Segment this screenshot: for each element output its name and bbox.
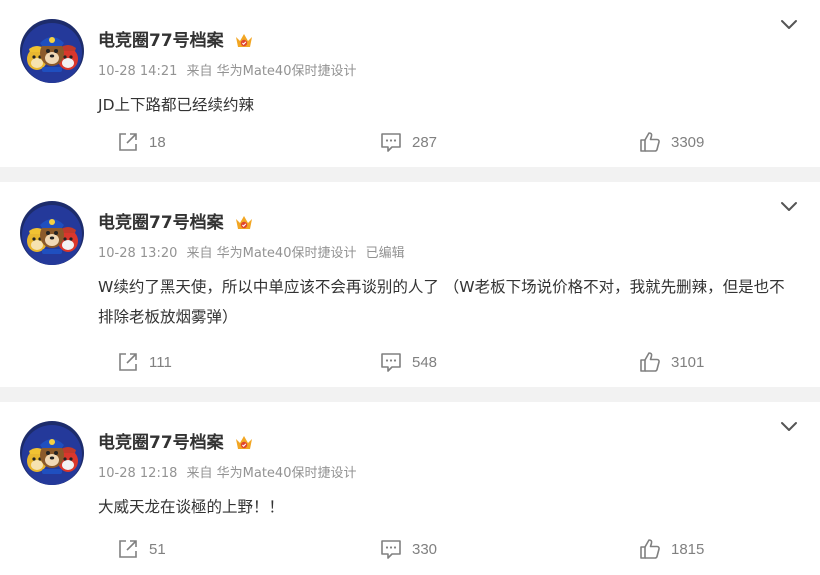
thumbs-up-icon <box>640 132 660 152</box>
repost-button[interactable]: 111 <box>117 348 172 376</box>
vip-crown-icon[interactable] <box>234 32 254 50</box>
comment-count: 287 <box>412 133 438 151</box>
like-count: 3101 <box>671 353 705 371</box>
post-time[interactable]: 10-28 14:21 <box>98 64 177 79</box>
repost-count: 18 <box>149 133 166 151</box>
weibo-feed: 电竞圈77号档案 10-28 14:21 来自 华为Mate40保时捷设计 JD… <box>0 0 820 575</box>
comment-count: 548 <box>412 353 438 371</box>
post-source: 来自 华为Mate40保时捷设计 <box>186 246 357 261</box>
vip-crown-icon[interactable] <box>234 214 254 232</box>
post-source: 来自 华为Mate40保时捷设计 <box>186 466 357 481</box>
thumbs-up-icon <box>640 352 660 372</box>
like-button[interactable]: 3101 <box>639 348 704 376</box>
username[interactable]: 电竞圈77号档案 <box>98 432 224 454</box>
chevron-down-icon[interactable] <box>778 14 800 34</box>
post-content: JD上下路都已经续约辣 <box>98 96 255 114</box>
user-avatar[interactable] <box>20 201 84 265</box>
user-avatar[interactable] <box>20 421 84 485</box>
like-button[interactable]: 1815 <box>639 535 704 563</box>
action-bar: 51 330 1815 <box>0 535 820 563</box>
vip-crown-icon[interactable] <box>234 434 254 452</box>
post-content: W续约了黑天使，所以中单应该不会再谈别的人了 （W老板下场说价格不对，我就先删辣… <box>98 278 785 326</box>
post-edited: 已编辑 <box>365 246 405 261</box>
post-time[interactable]: 10-28 12:18 <box>98 466 177 481</box>
comment-button[interactable]: 287 <box>380 128 437 156</box>
like-count: 1815 <box>671 540 705 558</box>
post-meta: 10-28 12:18 来自 华为Mate40保时捷设计 <box>98 464 366 484</box>
repost-button[interactable]: 51 <box>117 535 166 563</box>
paw-patrol-avatar <box>20 19 84 83</box>
comment-button[interactable]: 330 <box>380 535 437 563</box>
user-avatar[interactable] <box>20 19 84 83</box>
paw-patrol-avatar <box>20 201 84 265</box>
comment-icon <box>381 353 401 372</box>
repost-count: 51 <box>149 540 166 558</box>
comment-count: 330 <box>412 540 438 558</box>
repost-button[interactable]: 18 <box>117 128 166 156</box>
repost-count: 111 <box>149 353 172 371</box>
comment-icon <box>381 540 401 559</box>
username[interactable]: 电竞圈77号档案 <box>98 212 224 234</box>
post-content: 大威天龙在谈極的上野！！ <box>98 498 285 516</box>
post-meta: 10-28 13:20 来自 华为Mate40保时捷设计 已编辑 <box>98 244 410 264</box>
post-source: 来自 华为Mate40保时捷设计 <box>186 64 357 79</box>
action-bar: 111 548 3101 <box>0 348 820 376</box>
username[interactable]: 电竞圈77号档案 <box>98 30 224 52</box>
post-card: 电竞圈77号档案 10-28 13:20 来自 华为Mate40保时捷设计 已编… <box>0 182 820 387</box>
post-card: 电竞圈77号档案 10-28 12:18 来自 华为Mate40保时捷设计 大威… <box>0 402 820 575</box>
like-button[interactable]: 3309 <box>639 128 704 156</box>
like-count: 3309 <box>671 133 705 151</box>
repost-icon <box>119 540 137 558</box>
comment-button[interactable]: 548 <box>380 348 437 376</box>
post-time[interactable]: 10-28 13:20 <box>98 246 177 261</box>
action-bar: 18 287 3309 <box>0 128 820 156</box>
repost-icon <box>119 353 137 371</box>
thumbs-up-icon <box>640 539 660 559</box>
repost-icon <box>119 133 137 151</box>
chevron-down-icon[interactable] <box>778 196 800 216</box>
paw-patrol-avatar <box>20 421 84 485</box>
post-meta: 10-28 14:21 来自 华为Mate40保时捷设计 <box>98 62 366 82</box>
post-card: 电竞圈77号档案 10-28 14:21 来自 华为Mate40保时捷设计 JD… <box>0 0 820 167</box>
comment-icon <box>381 133 401 152</box>
chevron-down-icon[interactable] <box>778 416 800 436</box>
